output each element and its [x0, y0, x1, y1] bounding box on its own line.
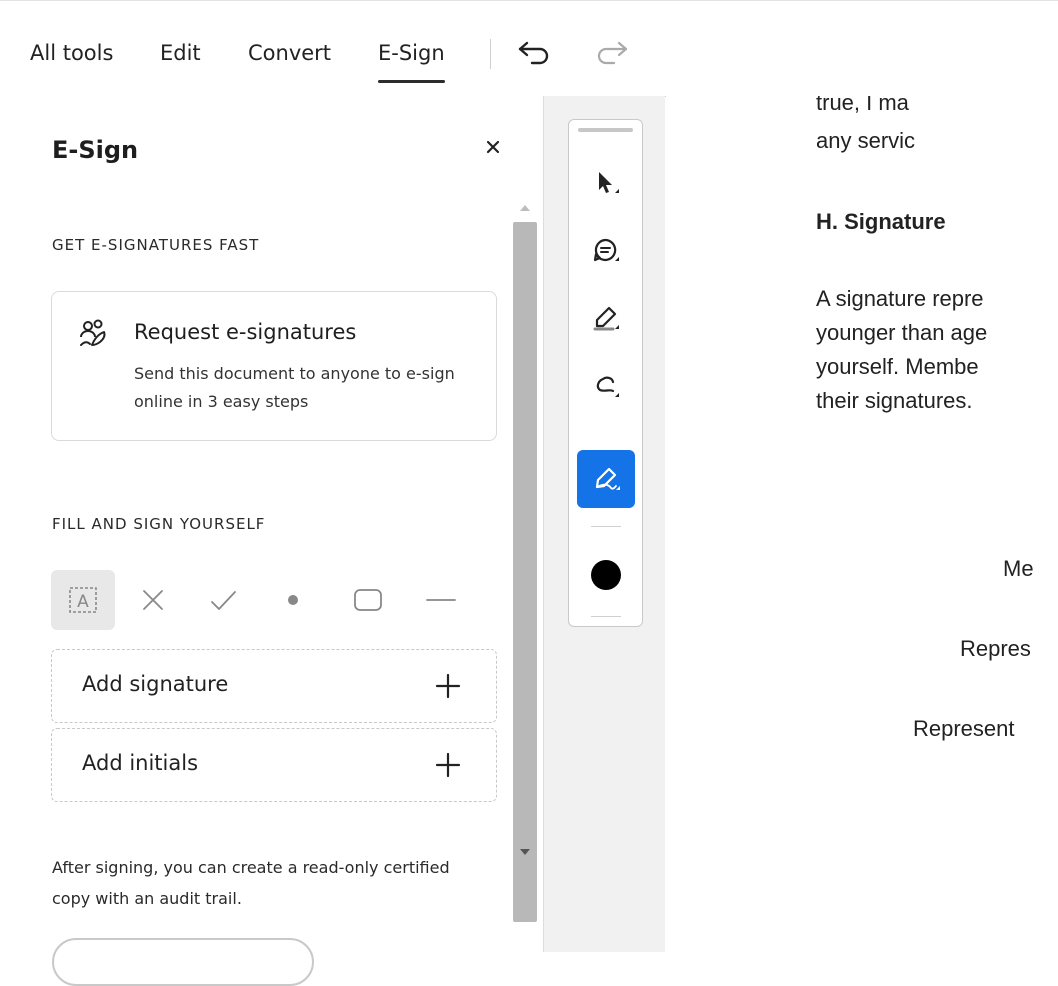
panel-title: E-Sign — [52, 136, 139, 164]
e-sign-panel: E-Sign GET E-SIGNATURES FAST Request e-s… — [0, 96, 544, 986]
certified-copy-note: After signing, you can create a read-onl… — [52, 858, 450, 908]
certified-copy-button[interactable] — [52, 938, 314, 986]
people-sign-icon — [78, 318, 110, 350]
text-field-tool[interactable]: A — [51, 570, 115, 630]
top-toolbar: All tools Edit Convert E-Sign — [0, 0, 1058, 97]
sign-icon — [595, 467, 620, 490]
document-line: younger than age — [816, 320, 988, 345]
fill-tools-row: A — [51, 570, 471, 630]
line-icon — [426, 599, 456, 601]
highlight-tool-button[interactable] — [577, 290, 635, 348]
cross-tool[interactable] — [121, 570, 185, 630]
scroll-down-icon[interactable] — [516, 844, 534, 856]
select-tool-button[interactable] — [577, 154, 635, 212]
highlight-icon — [593, 306, 619, 331]
tab-all-tools[interactable]: All tools — [30, 41, 113, 65]
undo-icon — [518, 41, 549, 65]
signature-field-label: Repres — [960, 636, 1031, 661]
document-line: true, I ma — [816, 96, 909, 115]
panel-scrollbar[interactable] — [510, 96, 540, 922]
cross-icon — [143, 590, 163, 610]
color-picker-swatch[interactable] — [591, 560, 621, 590]
toolbar-drag-handle[interactable] — [578, 128, 633, 132]
document-page: true, I ma any servic H. Signature A sig… — [666, 96, 1058, 952]
add-initials-button[interactable]: Add initials — [51, 728, 497, 802]
section-heading-get-signatures: GET E-SIGNATURES FAST — [52, 236, 260, 254]
quick-tools-toolbar — [568, 119, 643, 627]
tab-convert[interactable]: Convert — [248, 41, 331, 65]
plus-icon — [434, 672, 462, 700]
comment-tool-button[interactable] — [577, 222, 635, 280]
plus-icon — [434, 751, 462, 779]
dot-icon — [288, 595, 298, 605]
add-signature-label: Add signature — [82, 672, 229, 696]
request-esignatures-card[interactable]: Request e-signatures Send this document … — [51, 291, 497, 441]
draw-icon — [596, 376, 619, 397]
close-icon — [486, 140, 500, 154]
scrollbar-thumb[interactable] — [513, 222, 537, 922]
document-heading: H. Signature — [816, 209, 946, 234]
close-panel-button[interactable] — [480, 134, 506, 160]
dot-tool[interactable] — [261, 570, 325, 630]
svg-text:A: A — [77, 592, 89, 612]
undo-button[interactable] — [516, 37, 552, 67]
comment-icon — [593, 238, 619, 262]
tab-e-sign[interactable]: E-Sign — [378, 41, 445, 83]
line-tool[interactable] — [409, 570, 473, 630]
document-line: yourself. Membe — [816, 354, 979, 379]
add-signature-button[interactable]: Add signature — [51, 649, 497, 723]
document-line: their signatures. — [816, 388, 973, 413]
signature-field-label: Me — [1003, 556, 1034, 581]
redo-button[interactable] — [594, 37, 630, 67]
request-esignatures-title: Request e-signatures — [134, 320, 357, 344]
sign-tool-button[interactable] — [577, 450, 635, 508]
toolbar-separator — [591, 526, 621, 527]
toolbar-separator — [591, 616, 621, 617]
text-field-icon: A — [69, 587, 97, 613]
rectangle-tool[interactable] — [336, 570, 400, 630]
scroll-up-icon[interactable] — [516, 198, 534, 211]
toolbar-divider — [490, 39, 491, 69]
select-icon — [599, 172, 619, 193]
checkmark-icon — [211, 591, 236, 610]
draw-tool-button[interactable] — [577, 358, 635, 416]
document-line: A signature repre — [816, 286, 984, 311]
document-line: any servic — [816, 128, 916, 153]
tab-edit[interactable]: Edit — [160, 41, 201, 65]
checkmark-tool[interactable] — [191, 570, 255, 630]
signature-field-label: Represent — [913, 716, 1015, 741]
request-esignatures-description: Send this document to anyone to e-sign o… — [134, 364, 455, 411]
redo-icon — [597, 41, 628, 65]
add-initials-label: Add initials — [82, 751, 199, 775]
section-heading-fill-sign: FILL AND SIGN YOURSELF — [52, 515, 266, 533]
rectangle-icon — [354, 589, 382, 611]
